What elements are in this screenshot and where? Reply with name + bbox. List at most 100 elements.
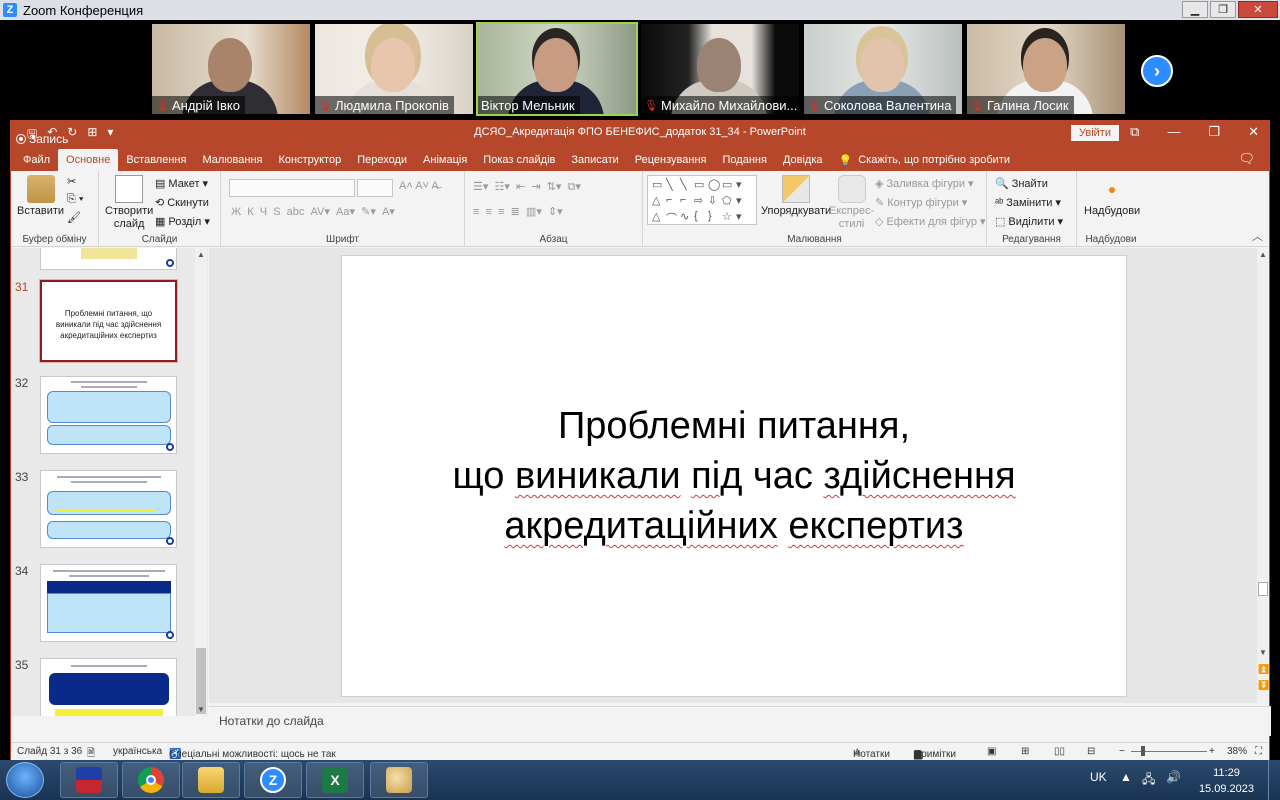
ribbon-display-options-icon[interactable]: ⧉	[1130, 124, 1139, 140]
tab-insert[interactable]: Вставлення	[118, 149, 194, 171]
maximize-button[interactable]: ❐	[1210, 1, 1236, 18]
current-slide[interactable]: Проблемні питання, що виникали під час з…	[341, 255, 1127, 697]
slide-thumbnail-selected[interactable]: Проблемні питання, що виникали під час з…	[39, 279, 178, 363]
tab-transitions[interactable]: Переходи	[349, 149, 415, 171]
taskbar-app-paint[interactable]	[370, 762, 428, 798]
taskbar-app-chrome[interactable]	[122, 762, 180, 798]
new-slide-button[interactable]: Створити слайд	[105, 175, 153, 231]
participant-tile[interactable]: 🎙 Андрій Івко	[152, 24, 310, 114]
comments-icon[interactable]: 🗨	[1238, 151, 1255, 167]
reset-button[interactable]: ⟲ Скинути	[155, 196, 209, 210]
scroll-down-icon[interactable]: ▼	[197, 705, 205, 714]
windows-start-icon[interactable]	[6, 762, 44, 798]
participant-tile[interactable]: 🎙 Михайло Михайлови...	[641, 24, 799, 114]
find-button[interactable]: 🔍 Знайти	[995, 177, 1048, 191]
copy-icon[interactable]: ⎘ ▾	[67, 193, 83, 206]
fit-to-window-icon[interactable]: ⛶	[1255, 746, 1262, 757]
tab-design[interactable]: Конструктор	[270, 149, 349, 171]
cut-icon[interactable]: ✂	[67, 175, 76, 188]
font-size-combo[interactable]	[357, 179, 393, 197]
list-buttons[interactable]: ☰▾ ☷▾ ⇤ ⇥ ⇅▾ ⧉▾	[473, 180, 581, 194]
participant-tile[interactable]: 🎙 Людмила Прокопів	[315, 24, 473, 114]
tab-help[interactable]: Довідка	[775, 149, 831, 171]
taskbar-app-zoom[interactable]: Z	[244, 762, 302, 798]
minimize-icon[interactable]: —	[1167, 124, 1180, 140]
close-icon[interactable]: ✕	[1248, 124, 1259, 140]
zoom-icon: Z	[260, 767, 286, 793]
close-button[interactable]: ✕	[1238, 1, 1278, 18]
participant-tile-active-speaker[interactable]: Віктор Мельник	[476, 22, 638, 116]
slide-thumbnail[interactable]	[40, 564, 177, 642]
zoom-level[interactable]: 38%	[1227, 746, 1247, 757]
slide-number: 33	[15, 470, 29, 484]
shape-fill-button[interactable]: ◈ Заливка фігури ▾	[875, 177, 974, 191]
arrange-button[interactable]: Упорядкувати	[761, 175, 831, 218]
shape-outline-button[interactable]: ✎ Контур фігури ▾	[875, 196, 967, 210]
scroll-up-icon[interactable]: ▲	[1259, 250, 1267, 259]
tray-expand-icon[interactable]: ▲	[1120, 770, 1132, 784]
restore-icon[interactable]: ❐	[1208, 124, 1220, 140]
slide-scroll-thumb[interactable]	[1258, 582, 1268, 596]
select-button[interactable]: ⬚ Виділити ▾	[995, 215, 1063, 229]
quick-styles-button[interactable]: Експрес- стилі	[829, 175, 874, 231]
slide-line-3: акредитаційних експертиз	[504, 505, 964, 547]
font-size-buttons[interactable]: A˄ A˅ A̶	[399, 180, 439, 192]
zoom-out-icon[interactable]: −	[1119, 746, 1125, 757]
previous-slide-icon[interactable]: ⏫	[1258, 664, 1269, 675]
shape-effects-button[interactable]: ◇ Ефекти для фігур ▾	[875, 215, 986, 229]
volume-icon[interactable]: 🔊	[1166, 770, 1181, 784]
show-desktop-button[interactable]	[1268, 760, 1280, 800]
replace-button[interactable]: ᵃᵇ Замінити ▾	[995, 196, 1061, 210]
font-name-combo[interactable]	[229, 179, 355, 197]
slide-thumbnail[interactable]	[40, 470, 177, 548]
taskbar-app-flag[interactable]	[60, 762, 118, 798]
slide-title-text[interactable]: Проблемні питання, що виникали під час з…	[452, 401, 1015, 551]
align-buttons[interactable]: ≡ ≡ ≡ ≣ ▥▾ ⇕▾	[473, 205, 563, 218]
font-format-buttons[interactable]: Ж К Ч S abc AV▾ Aa▾ ✎▾ A▾	[231, 205, 395, 218]
slide-thumbnail[interactable]	[40, 376, 177, 454]
next-participants-chevron-icon[interactable]: ›	[1141, 55, 1173, 87]
scroll-down-icon[interactable]: ▼	[1259, 648, 1267, 657]
search-icon: 🔍	[995, 178, 1009, 190]
tab-record[interactable]: Записати	[563, 149, 626, 171]
reading-view-icon[interactable]: ▯▯	[1054, 746, 1065, 757]
shapes-gallery[interactable]: ▭ ╲ ╲ ▭ ◯ ▭ ▾ △ ⌐ ⌐ ⇨ ⇩ ⬠ ▾ △ ⌒ ∿{} ☆ ▾	[647, 175, 757, 225]
section-button[interactable]: ▦ Розділ ▾	[155, 215, 210, 229]
participant-tile[interactable]: 🎙 Соколова Валентина	[804, 24, 962, 114]
language-indicator[interactable]: українська	[113, 746, 162, 757]
normal-view-icon[interactable]: ▣	[987, 746, 996, 757]
thumbnail-scrollbar[interactable]: ▲ ▼	[195, 248, 207, 716]
taskbar-app-explorer[interactable]	[182, 762, 240, 798]
layout-button[interactable]: ▤ Макет ▾	[155, 177, 208, 191]
tab-animations[interactable]: Анімація	[415, 149, 475, 171]
zoom-in-icon[interactable]: +	[1209, 746, 1215, 757]
system-clock[interactable]: 11:29 15.09.2023	[1199, 765, 1254, 797]
signin-button[interactable]: Увійти	[1071, 125, 1119, 141]
slide-thumbnail[interactable]	[40, 658, 177, 716]
zoom-slider-thumb[interactable]	[1141, 746, 1145, 756]
slideshow-view-icon[interactable]: ⊟	[1087, 746, 1095, 757]
notes-pane[interactable]: Нотатки до слайда	[209, 706, 1271, 736]
minimize-button[interactable]: ▁	[1182, 1, 1208, 18]
slide-thumbnail[interactable]	[40, 248, 177, 270]
tab-home[interactable]: Основне	[58, 149, 119, 171]
participant-tile[interactable]: 🎙 Галина Лосик	[967, 24, 1125, 114]
collapse-ribbon-icon[interactable]: ︿	[1252, 228, 1263, 244]
tab-draw[interactable]: Малювання	[194, 149, 270, 171]
tab-slideshow[interactable]: Показ слайдів	[475, 149, 563, 171]
slide-sorter-icon[interactable]: ⊞	[1021, 746, 1029, 757]
input-language[interactable]: UK	[1090, 770, 1107, 784]
tab-file[interactable]: Файл	[15, 149, 58, 171]
taskbar-app-excel[interactable]: X	[306, 762, 364, 798]
tab-view[interactable]: Подання	[715, 149, 775, 171]
addins-button[interactable]: ● Надбудови	[1084, 175, 1140, 218]
scroll-up-icon[interactable]: ▲	[197, 250, 205, 259]
format-painter-icon[interactable]: 🖌	[67, 211, 81, 224]
network-icon[interactable]: 🖧	[1142, 770, 1155, 791]
editing-group: 🔍 Знайти ᵃᵇ Замінити ▾ ⬚ Виділити ▾ Редагув…	[987, 171, 1077, 247]
tell-me-search[interactable]: 💡 Скажіть, що потрібно зробити	[839, 149, 1011, 171]
slide-scrollbar[interactable]: ▲ ▼ ⏫ ⏬	[1257, 248, 1269, 703]
tab-review[interactable]: Рецензування	[627, 149, 715, 171]
paste-button[interactable]: Вставити	[17, 175, 64, 218]
next-slide-icon[interactable]: ⏬	[1258, 680, 1269, 691]
